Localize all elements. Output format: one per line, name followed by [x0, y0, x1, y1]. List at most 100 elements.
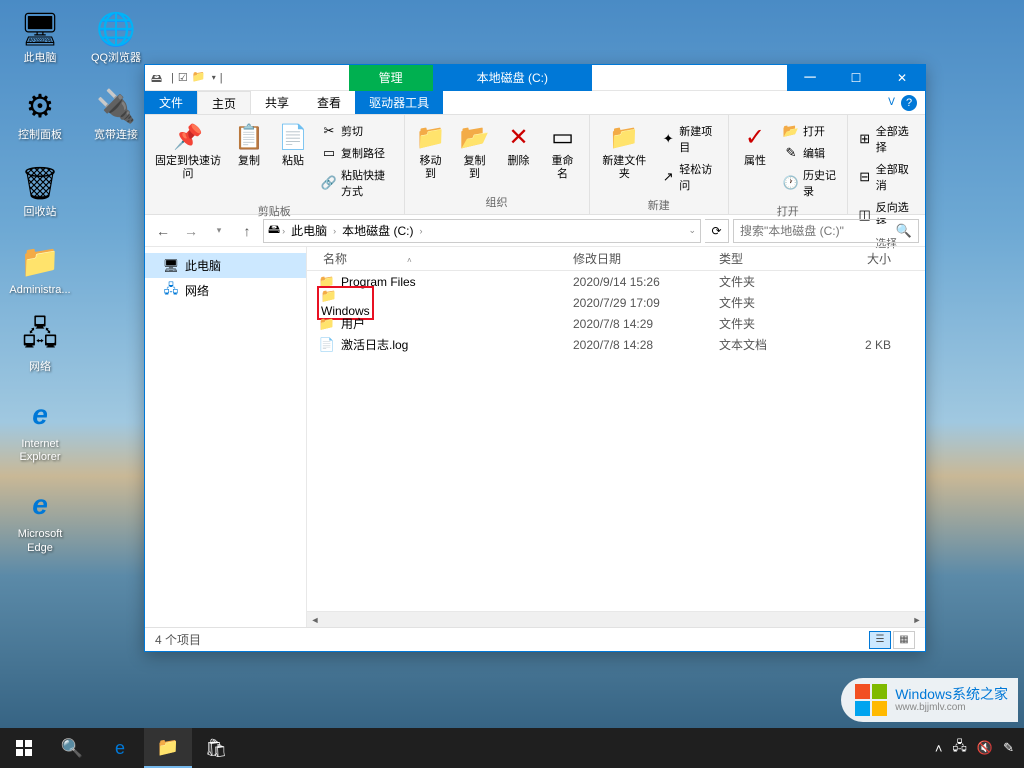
easy-access-button[interactable]: ↗轻松访问 — [657, 159, 722, 195]
tray-ime-icon[interactable]: ✎ — [1003, 740, 1014, 756]
desktop-icon-broadband[interactable]: 🔌宽带连接 — [84, 85, 148, 142]
paste-button[interactable]: 📄粘贴 — [273, 119, 313, 170]
tab-drive-tools[interactable]: 驱动器工具 — [355, 91, 443, 114]
scroll-right-icon[interactable]: ► — [909, 612, 925, 628]
col-type[interactable]: 类型 — [711, 250, 825, 267]
search-box[interactable]: 🔍 — [733, 219, 919, 243]
title-mgmt-tab[interactable]: 管理 — [349, 65, 433, 91]
maximize-button[interactable]: ☐ — [833, 65, 879, 91]
tab-home[interactable]: 主页 — [197, 91, 251, 114]
details-view-button[interactable]: ☰ — [869, 631, 891, 649]
file-row[interactable]: 📁Windows2020/7/29 17:09文件夹 — [307, 292, 925, 313]
taskbar: 🔍 e 📁 🛍 ˄ 🖧 🔇 ✎ — [0, 728, 1024, 768]
rename-button[interactable]: ▭重命名 — [543, 119, 583, 183]
easyaccess-icon: ↗ — [661, 169, 675, 185]
cut-button[interactable]: ✂剪切 — [317, 121, 398, 141]
column-headers: 名称˄ 修改日期 类型 大小 — [307, 247, 925, 271]
help-icon[interactable]: ? — [901, 95, 917, 111]
network-icon: 🖧 — [19, 317, 61, 359]
ribbon-group-organize: 📁移动到 📂复制到 ✕删除 ▭重命名 组织 — [405, 115, 590, 214]
checkbox-icon[interactable]: ☑ — [178, 71, 188, 84]
new-item-button[interactable]: ✦新建项目 — [657, 121, 722, 157]
folder-icon: 📁 — [319, 316, 335, 332]
edit-button[interactable]: ✎编辑 — [779, 143, 841, 163]
ribbon-collapse-icon[interactable]: ᐯ — [888, 97, 895, 108]
recent-button[interactable]: ▾ — [207, 219, 231, 243]
file-date: 2020/7/8 14:29 — [565, 317, 711, 331]
search-input[interactable] — [740, 224, 896, 238]
thumbnails-view-button[interactable]: ▦ — [893, 631, 915, 649]
paste-icon: 📄 — [277, 121, 309, 153]
nav-this-pc[interactable]: 🖥此电脑 — [145, 253, 306, 278]
tab-view[interactable]: 查看 — [303, 91, 355, 114]
back-button[interactable]: ← — [151, 219, 175, 243]
desktop-icon-edge[interactable]: eMicrosoft Edge — [8, 484, 72, 554]
qat-dropdown-icon[interactable]: ▾ — [212, 73, 216, 82]
desktop-icon-label: 网络 — [29, 361, 51, 374]
desktop-icon-label: Microsoft Edge — [8, 528, 72, 554]
select-none-button[interactable]: ⊟全部取消 — [854, 159, 920, 195]
col-name[interactable]: 名称˄ — [307, 250, 565, 267]
col-size[interactable]: 大小 — [825, 250, 925, 267]
desktop-icon-network[interactable]: 🖧 网络 — [8, 317, 72, 374]
control-icon: ⚙ — [19, 85, 61, 127]
bc-thispc[interactable]: 此电脑 — [287, 222, 331, 239]
horizontal-scrollbar[interactable]: ◄ ► — [307, 611, 925, 627]
copy-path-button[interactable]: ▭复制路径 — [317, 143, 398, 163]
tab-file[interactable]: 文件 — [145, 91, 197, 114]
tab-share[interactable]: 共享 — [251, 91, 303, 114]
navigation-pane: 🖥此电脑 🖧网络 — [145, 247, 307, 627]
bc-sep: › — [333, 226, 336, 236]
desktop-icon-control[interactable]: ⚙控制面板 — [8, 85, 72, 142]
bc-drive[interactable]: 本地磁盘 (C:) — [338, 222, 417, 239]
col-date[interactable]: 修改日期 — [565, 250, 711, 267]
file-row[interactable]: 📁用户2020/7/8 14:29文件夹 — [307, 313, 925, 334]
breadcrumb[interactable]: 🖴 › 此电脑 › 本地磁盘 (C:) › ⌄ — [263, 219, 701, 243]
taskbar-explorer[interactable]: 📁 — [144, 728, 192, 768]
select-all-button[interactable]: ⊞全部选择 — [854, 121, 920, 157]
ribbon-tabs: 文件 主页 共享 查看 驱动器工具 ᐯ ? — [145, 91, 925, 115]
drive-icon: 🖴 — [151, 70, 167, 86]
recycle-icon: 🗑 — [19, 162, 61, 204]
file-type: 文件夹 — [711, 294, 825, 311]
tray-volume-icon[interactable]: 🔇 — [977, 740, 993, 756]
file-row[interactable]: 📄激活日志.log2020/7/8 14:28文本文档2 KB — [307, 334, 925, 355]
start-button[interactable] — [0, 728, 48, 768]
desktop-icon-qq[interactable]: 🌐QQ浏览器 — [84, 8, 148, 65]
rename-icon: ▭ — [547, 121, 579, 153]
ribbon-group-select: ⊞全部选择 ⊟全部取消 ◫反向选择 选择 — [848, 115, 926, 214]
copy-to-button[interactable]: 📂复制到 — [455, 119, 495, 183]
minimize-button[interactable]: ─ — [787, 65, 833, 91]
ribbon: 📌固定到快速访问 📋复制 📄粘贴 ✂剪切 ▭复制路径 🔗粘贴快捷方式 剪贴板 📁… — [145, 115, 925, 215]
search-button[interactable]: 🔍 — [48, 728, 96, 768]
close-button[interactable]: ✕ — [879, 65, 925, 91]
pin-to-quick-access-button[interactable]: 📌固定到快速访问 — [151, 119, 225, 183]
search-icon[interactable]: 🔍 — [896, 223, 912, 239]
desktop-icon-folder[interactable]: 📁Administra... — [8, 240, 72, 297]
forward-button[interactable]: → — [179, 219, 203, 243]
tray-network-icon[interactable]: 🖧 — [952, 737, 967, 759]
history-button[interactable]: 🕐历史记录 — [779, 165, 841, 201]
paste-shortcut-button[interactable]: 🔗粘贴快捷方式 — [317, 165, 398, 201]
copy-button[interactable]: 📋复制 — [229, 119, 269, 170]
bc-dropdown-icon[interactable]: ⌄ — [688, 225, 696, 236]
move-to-button[interactable]: 📁移动到 — [411, 119, 451, 183]
up-button[interactable]: ↑ — [235, 219, 259, 243]
tray-chevron-icon[interactable]: ˄ — [935, 741, 943, 756]
file-date: 2020/7/8 14:28 — [565, 338, 711, 352]
new-folder-button[interactable]: 📁新建文件夹 — [596, 119, 654, 183]
nav-network[interactable]: 🖧网络 — [145, 278, 306, 303]
properties-button[interactable]: ✓属性 — [735, 119, 775, 170]
file-date: 2020/7/29 17:09 — [565, 296, 711, 310]
open-button[interactable]: 📂打开 — [779, 121, 841, 141]
taskbar-edge[interactable]: e — [96, 728, 144, 768]
refresh-button[interactable]: ⟳ — [705, 219, 729, 243]
desktop-icon-recycle[interactable]: 🗑回收站 — [8, 162, 72, 219]
scroll-left-icon[interactable]: ◄ — [307, 612, 323, 628]
delete-button[interactable]: ✕删除 — [499, 119, 539, 170]
desktop-icon-computer[interactable]: 🖥此电脑 — [8, 8, 72, 65]
desktop-icon-ie[interactable]: eInternet Explorer — [8, 394, 72, 464]
taskbar-store[interactable]: 🛍 — [192, 728, 240, 768]
address-bar: ← → ▾ ↑ 🖴 › 此电脑 › 本地磁盘 (C:) › ⌄ ⟳ 🔍 — [145, 215, 925, 247]
watermark: Windows系统之家 www.bjjmlv.com — [841, 678, 1018, 722]
